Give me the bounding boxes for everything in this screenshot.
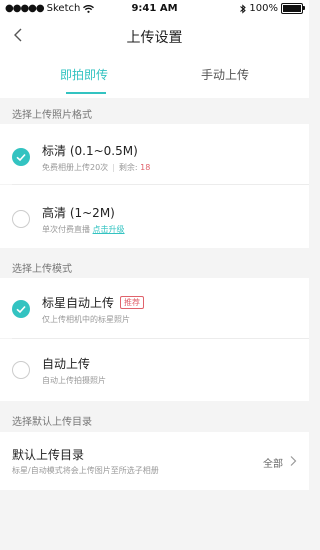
checkmark-icon <box>16 153 26 162</box>
battery-icon <box>281 3 305 14</box>
option-starred-desc: 仅上传相机中的标星照片 <box>42 315 130 324</box>
default-directory-value: 全部 <box>263 459 283 470</box>
separator: | <box>112 163 115 172</box>
section-header-format-label: 选择上传照片格式 <box>12 110 92 121</box>
page-title: 上传设置 <box>126 30 183 46</box>
option-hd-quality[interactable]: 高清 (1~2M) 单次付费直播 点击升级 <box>0 185 309 248</box>
option-starred-title: 标星自动上传 <box>42 296 115 310</box>
active-tab-indicator <box>66 92 106 94</box>
checkmark-icon <box>16 305 26 314</box>
option-standard-desc: 免费相册上传20次 | 剩余: 18 <box>42 162 150 173</box>
chevron-right-icon <box>290 456 297 466</box>
option-starred-title-line: 标星自动上传 推荐 <box>42 294 145 311</box>
option-auto-title: 自动上传 <box>42 357 91 371</box>
radio-checked-icon[interactable] <box>12 148 30 166</box>
tab-bar: 即拍即传 手动上传 <box>0 54 309 98</box>
remaining-count: 18 <box>140 163 151 172</box>
option-starred-auto-upload[interactable]: 标星自动上传 推荐 仅上传相机中的标星照片 <box>0 278 309 338</box>
standard-free-count: 免费相册上传20次 <box>42 163 109 172</box>
radio-unchecked-icon[interactable] <box>12 210 30 228</box>
tab-instant-upload[interactable]: 即拍即传 <box>60 66 108 83</box>
battery-percent: 100% <box>249 3 278 14</box>
option-auto-desc: 自动上传拍摄照片 <box>42 376 106 385</box>
upgrade-link[interactable]: 点击升级 <box>93 225 125 234</box>
section-header-mode-label: 选择上传模式 <box>12 264 72 275</box>
nav-bar: 上传设置 <box>0 18 309 54</box>
option-hd-desc: 单次付费直播 点击升级 <box>42 224 125 235</box>
recommended-badge: 推荐 <box>120 296 145 309</box>
status-right: 100% <box>240 3 305 14</box>
bluetooth-icon <box>240 3 247 14</box>
option-hd-title: 高清 (1~2M) <box>42 206 115 220</box>
option-auto-upload[interactable]: 自动上传 自动上传拍摄照片 <box>0 339 309 401</box>
radio-unchecked-icon[interactable] <box>12 361 30 379</box>
status-bar: ●●●●● Sketch 9:41 AM 100% <box>0 0 309 18</box>
default-directory-desc: 标星/自动模式将会上传图片至所选子相册 <box>12 466 159 475</box>
section-header-directory: 选择默认上传目录 <box>0 407 309 431</box>
section-header-format: 选择上传照片格式 <box>0 100 309 124</box>
remaining-label: 剩余: <box>118 163 141 172</box>
option-standard-title: 标清 (0.1~0.5M) <box>42 144 138 158</box>
section-header-directory-label: 选择默认上传目录 <box>12 417 92 428</box>
option-standard-quality[interactable]: 标清 (0.1~0.5M) 免费相册上传20次 | 剩余: 18 <box>0 124 309 184</box>
default-directory-title: 默认上传目录 <box>12 448 85 462</box>
tab-manual-upload[interactable]: 手动上传 <box>201 66 249 83</box>
radio-checked-icon[interactable] <box>12 300 30 318</box>
section-header-mode: 选择上传模式 <box>0 254 309 278</box>
default-directory-row[interactable]: 默认上传目录 标星/自动模式将会上传图片至所选子相册 全部 <box>0 432 309 490</box>
hd-desc-text: 单次付费直播 <box>42 225 90 234</box>
